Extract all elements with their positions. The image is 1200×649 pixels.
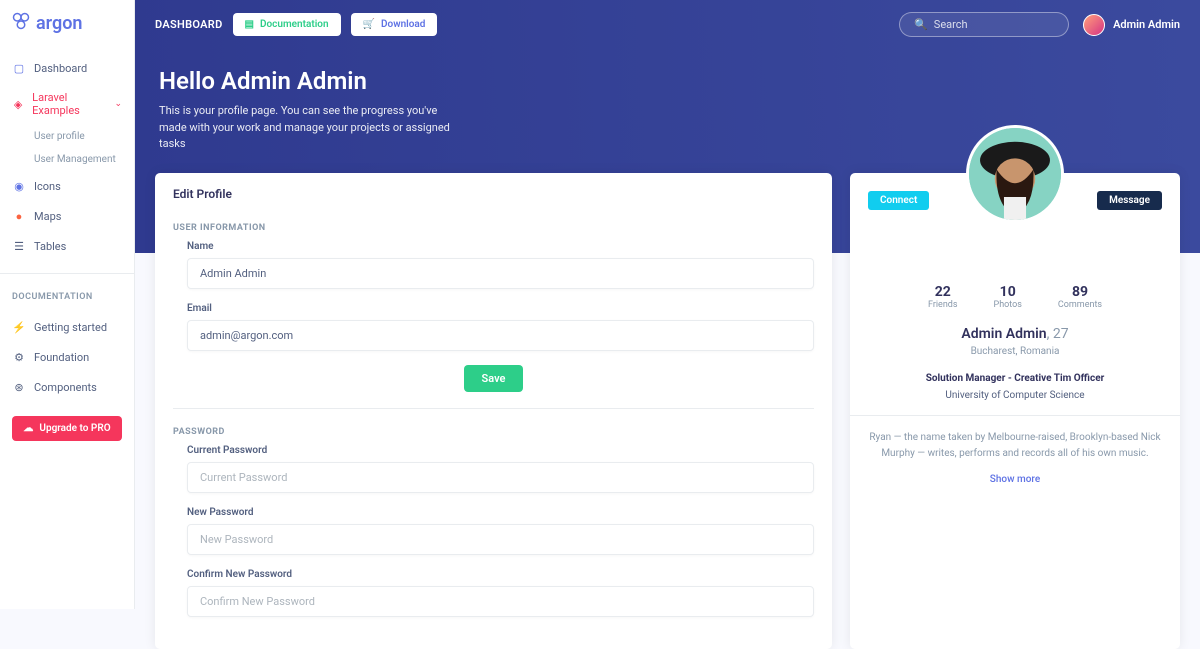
connect-button[interactable]: Connect (868, 191, 929, 210)
sidebar-item-label: Foundation (34, 351, 89, 364)
card-title: Edit Profile (155, 173, 832, 213)
argon-icon (12, 12, 30, 35)
profile-bio: Ryan — the name taken by Melbourne-raise… (850, 415, 1180, 462)
user-name: Admin Admin (1113, 18, 1180, 31)
page-subtitle: This is your profile page. You can see t… (159, 103, 459, 153)
show-more-link[interactable]: Show more (850, 474, 1180, 485)
sidebar-item-laravel-examples[interactable]: ◈ Laravel Examples ⌄ (0, 83, 134, 125)
stat-value: 22 (928, 284, 958, 300)
doc-heading: DOCUMENTATION (0, 280, 134, 306)
edit-profile-card: Edit Profile USER INFORMATION Name Email (155, 173, 832, 649)
name-label: Name (187, 241, 814, 252)
user-info-heading: USER INFORMATION (173, 213, 814, 241)
gear-icon: ⚙ (12, 350, 26, 364)
sidebar-item-dashboard[interactable]: ▢ Dashboard (0, 53, 134, 83)
documentation-button[interactable]: ▤ Documentation (233, 13, 341, 36)
sidebar: argon ▢ Dashboard ◈ Laravel Examples ⌄ U… (0, 0, 135, 609)
sidebar-item-tables[interactable]: ☰ Tables (0, 231, 134, 261)
book-icon: ▤ (245, 19, 254, 30)
stat-friends: 22 Friends (928, 284, 958, 310)
sidebar-item-icons[interactable]: ◉ Icons (0, 171, 134, 201)
nav-dashboard[interactable]: DASHBOARD (155, 18, 223, 31)
sidebar-doc-foundation[interactable]: ⚙ Foundation (0, 342, 134, 372)
save-button[interactable]: Save (464, 365, 524, 392)
stat-photos: 10 Photos (994, 284, 1022, 310)
content: Edit Profile USER INFORMATION Name Email (135, 173, 1200, 649)
sidebar-item-label: Tables (34, 240, 66, 253)
btn-label: Documentation (260, 19, 329, 30)
rocket-icon: ⚡ (12, 320, 26, 334)
upgrade-button[interactable]: ☁ Upgrade to PRO (12, 416, 122, 441)
topnav: DASHBOARD ▤ Documentation 🛒 Download 🔍 (135, 0, 1200, 49)
age-text: , 27 (1047, 326, 1069, 342)
current-password-label: Current Password (187, 445, 814, 456)
sidebar-subitem-user-management[interactable]: User Management (34, 148, 134, 171)
divider (173, 408, 814, 409)
name-input[interactable] (187, 258, 814, 289)
email-input[interactable] (187, 320, 814, 351)
sidebar-item-label: Getting started (34, 321, 107, 334)
stat-value: 10 (994, 284, 1022, 300)
sidebar-item-label: Maps (34, 210, 61, 223)
profile-location: Bucharest, Romania (850, 346, 1180, 357)
email-label: Email (187, 303, 814, 314)
upgrade-label: Upgrade to PRO (39, 423, 110, 434)
cart-icon: 🛒 (363, 19, 375, 30)
search-icon: 🔍 (914, 18, 928, 31)
list-icon: ☰ (12, 239, 26, 253)
main-area: DASHBOARD ▤ Documentation 🛒 Download 🔍 (135, 0, 1200, 649)
avatar (1083, 14, 1105, 36)
message-button[interactable]: Message (1097, 191, 1162, 210)
search-box[interactable]: 🔍 (899, 12, 1069, 37)
chevron-down-icon: ⌄ (114, 99, 122, 109)
password-heading: PASSWORD (173, 417, 814, 445)
search-input[interactable] (934, 18, 1054, 31)
sidebar-subitem-user-profile[interactable]: User profile (34, 125, 134, 148)
stat-comments: 89 Comments (1058, 284, 1102, 310)
brand-logo[interactable]: argon (0, 0, 134, 47)
current-password-input[interactable] (187, 462, 814, 493)
stat-label: Comments (1058, 300, 1102, 310)
confirm-password-input[interactable] (187, 586, 814, 617)
profile-name: Admin Admin, 27 (850, 326, 1180, 342)
pin-icon: ● (12, 209, 26, 223)
new-password-input[interactable] (187, 524, 814, 555)
profile-education: University of Computer Science (850, 390, 1180, 401)
btn-label: Download (381, 19, 425, 30)
sidebar-doc-components[interactable]: ⊛ Components (0, 372, 134, 402)
profile-role: Solution Manager - Creative Tim Officer (850, 373, 1180, 384)
planet-icon: ◉ (12, 179, 26, 193)
divider (0, 273, 134, 274)
confirm-password-label: Confirm New Password (187, 569, 814, 580)
stat-label: Friends (928, 300, 958, 310)
download-button[interactable]: 🛒 Download (351, 13, 438, 36)
sidebar-item-label: Icons (34, 180, 61, 193)
new-password-label: New Password (187, 507, 814, 518)
laravel-icon: ◈ (12, 97, 24, 111)
profile-avatar[interactable] (966, 125, 1064, 223)
stat-label: Photos (994, 300, 1022, 310)
sidebar-doc-getting-started[interactable]: ⚡ Getting started (0, 312, 134, 342)
stat-value: 89 (1058, 284, 1102, 300)
sidebar-item-label: Components (34, 381, 97, 394)
name-text: Admin Admin (961, 326, 1046, 342)
sidebar-item-label: Laravel Examples (32, 91, 106, 117)
atom-icon: ⊛ (12, 380, 26, 394)
page-title: Hello Admin Admin (159, 67, 1176, 95)
tv-icon: ▢ (12, 61, 26, 75)
sidebar-item-label: Dashboard (34, 62, 87, 75)
cloud-icon: ☁ (23, 423, 33, 434)
sidebar-item-maps[interactable]: ● Maps (0, 201, 134, 231)
brand-text: argon (36, 13, 82, 34)
profile-card: Connect Message 22 Friends 10 Photos 89 … (850, 173, 1180, 649)
user-menu[interactable]: Admin Admin (1083, 14, 1180, 36)
